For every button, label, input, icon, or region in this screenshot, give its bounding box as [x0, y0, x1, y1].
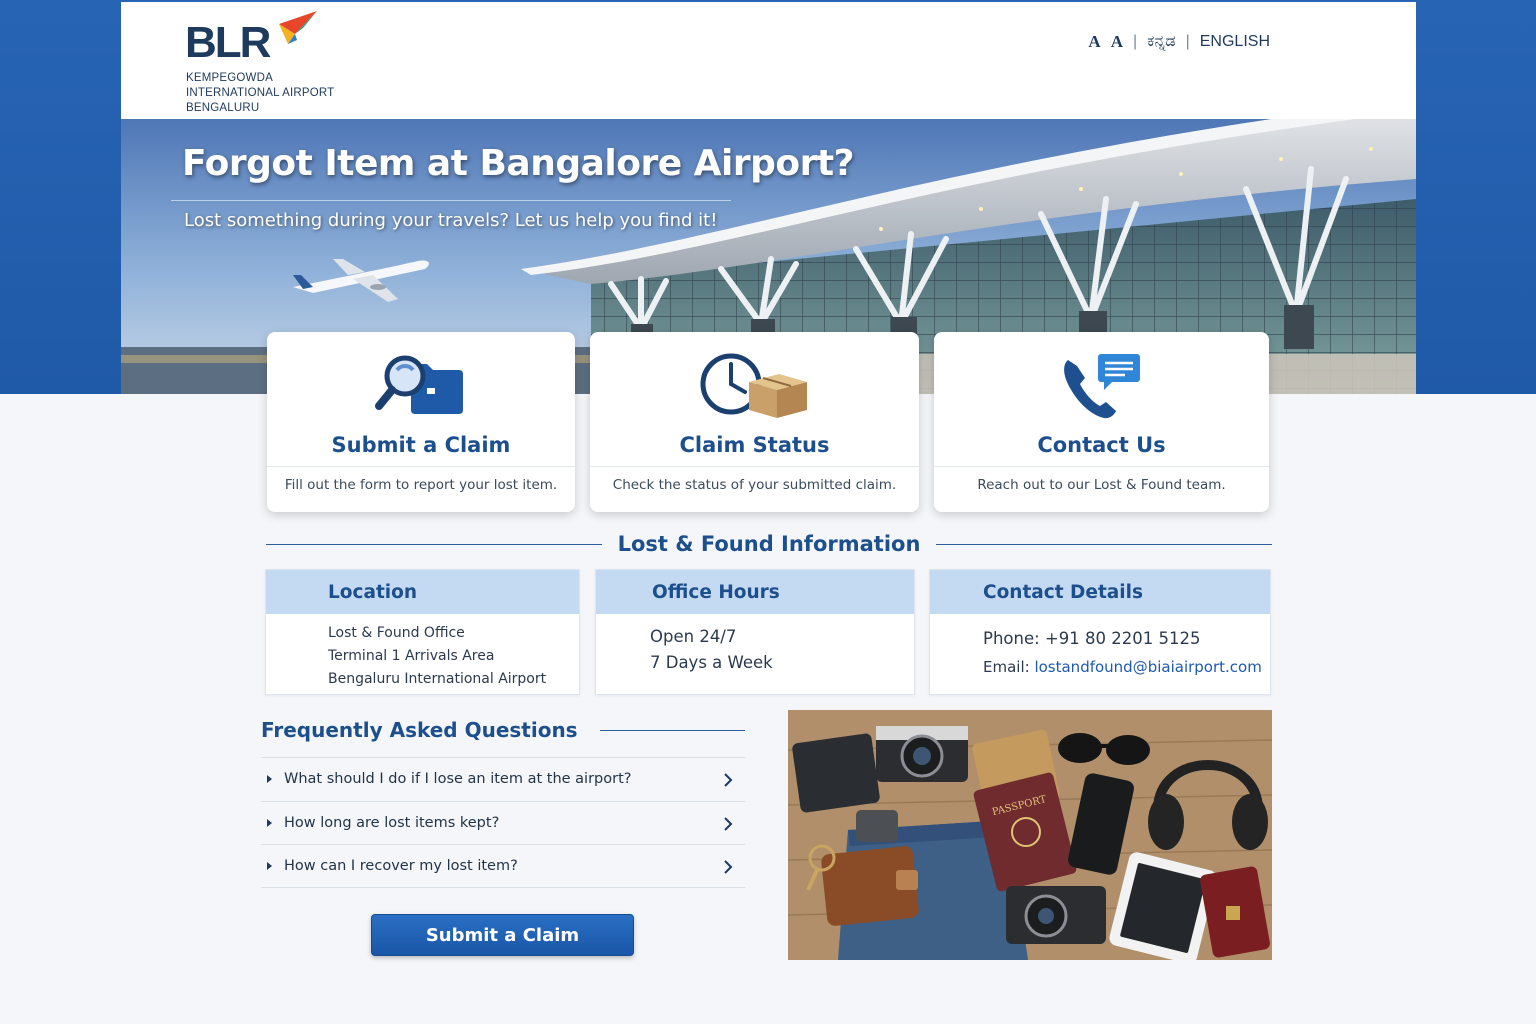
separator: |: [1185, 33, 1190, 50]
contact-details-card: Contact Details Phone: +91 80 2201 5125 …: [929, 569, 1271, 695]
phone-chat-icon: [1063, 354, 1140, 419]
claim-status-card[interactable]: Claim Status Check the status of your su…: [590, 332, 919, 512]
faq-question: What should I do if I lose an item at th…: [284, 771, 632, 788]
chevron-right-icon: [724, 773, 733, 787]
faq-item[interactable]: What should I do if I lose an item at th…: [261, 757, 745, 801]
phone-number[interactable]: +91 80 2201 5125: [1045, 629, 1201, 648]
contact-us-card[interactable]: Contact Us Reach out to our Lost & Found…: [934, 332, 1269, 512]
hero-divider: [171, 200, 731, 201]
font-size-toggle-large[interactable]: A: [1111, 32, 1123, 52]
language-bar: A A | ಕನ್ನಡ | ENGLISH: [1088, 32, 1270, 52]
faq-question: How can I recover my lost item?: [284, 857, 518, 874]
lost-items-illustration: PASSPORT: [788, 710, 1272, 960]
language-english[interactable]: ENGLISH: [1200, 33, 1270, 51]
contact-details-body: Phone: +91 80 2201 5125 Email: lostandfo…: [930, 614, 1270, 682]
title-rule-left: [266, 543, 602, 545]
font-size-toggle-small[interactable]: A: [1088, 32, 1100, 52]
card-description: Reach out to our Lost & Found team.: [977, 477, 1226, 493]
phone-line: Phone: +91 80 2201 5125: [983, 629, 1201, 648]
card-title: Contact Us: [1037, 433, 1166, 457]
submit-claim-card[interactable]: Submit a Claim Fill out the form to repo…: [267, 332, 575, 512]
search-folder-icon: [375, 355, 463, 414]
lost-items-photo: PASSPORT: [788, 710, 1272, 960]
email-line: Email: lostandfound@biaiairport.com: [983, 658, 1262, 676]
faq-title: Frequently Asked Questions: [261, 718, 578, 742]
logo-subtitle: KEMPEGOWDA INTERNATIONAL AIRPORT BENGALU…: [186, 72, 335, 114]
info-section-header: Lost & Found Information: [266, 529, 1272, 559]
card-description: Fill out the form to report your lost it…: [284, 477, 558, 493]
bullet-triangle-icon: [267, 818, 272, 827]
card-title: Claim Status: [679, 433, 830, 457]
faq-title-rule: [599, 729, 745, 731]
faq-header: Frequently Asked Questions: [261, 718, 745, 742]
hero-subtitle: Lost something during your travels? Let …: [184, 210, 718, 231]
hero-title: Forgot Item at Bangalore Airport?: [182, 143, 854, 184]
email-link[interactable]: lostandfound@biaiairport.com: [1034, 658, 1261, 676]
faq-item[interactable]: How long are lost items kept?: [261, 800, 745, 845]
faq-question: How long are lost items kept?: [284, 814, 500, 831]
office-hours-body: Open 24/7 7 Days a Week: [650, 627, 773, 672]
blr-logo[interactable]: BLR KEMPEGOWDA INTERNATIONAL AIRPORT BEN…: [185, 10, 385, 114]
card-divider: [590, 466, 919, 467]
chevron-right-icon: [724, 816, 733, 831]
separator: |: [1132, 33, 1138, 50]
clock-package-icon: [700, 353, 807, 418]
location-card: Location Lost & Found Office Terminal 1 …: [265, 569, 580, 695]
faq-list: What should I do if I lose an item at th…: [261, 757, 745, 888]
contact-details-heading: Contact Details: [930, 570, 1270, 614]
location-body: Lost & Found Office Terminal 1 Arrivals …: [328, 625, 547, 687]
chevron-right-icon: [724, 860, 733, 874]
faq-item[interactable]: How can I recover my lost item?: [261, 844, 745, 888]
info-section-title: Lost & Found Information: [617, 532, 921, 556]
card-divider: [267, 466, 575, 467]
logo-letters: BLR: [185, 18, 271, 67]
card-description: Check the status of your submitted claim…: [612, 477, 897, 493]
page: BLR KEMPEGOWDA INTERNATIONAL AIRPORT BEN…: [121, 2, 1416, 1024]
site-header: BLR KEMPEGOWDA INTERNATIONAL AIRPORT BEN…: [121, 2, 1416, 119]
bullet-triangle-icon: [267, 775, 272, 784]
submit-claim-button[interactable]: Submit a Claim: [371, 914, 634, 956]
location-heading: Location: [266, 570, 579, 614]
logo-bird-icon: [279, 11, 317, 44]
language-kannada[interactable]: ಕನ್ನಡ: [1147, 33, 1175, 51]
card-divider: [934, 466, 1269, 467]
bullet-triangle-icon: [267, 861, 272, 870]
office-hours-card: Office Hours Open 24/7 7 Days a Week: [595, 569, 915, 695]
title-rule-right: [936, 543, 1272, 545]
card-title: Submit a Claim: [331, 433, 511, 457]
office-hours-heading: Office Hours: [596, 570, 914, 614]
